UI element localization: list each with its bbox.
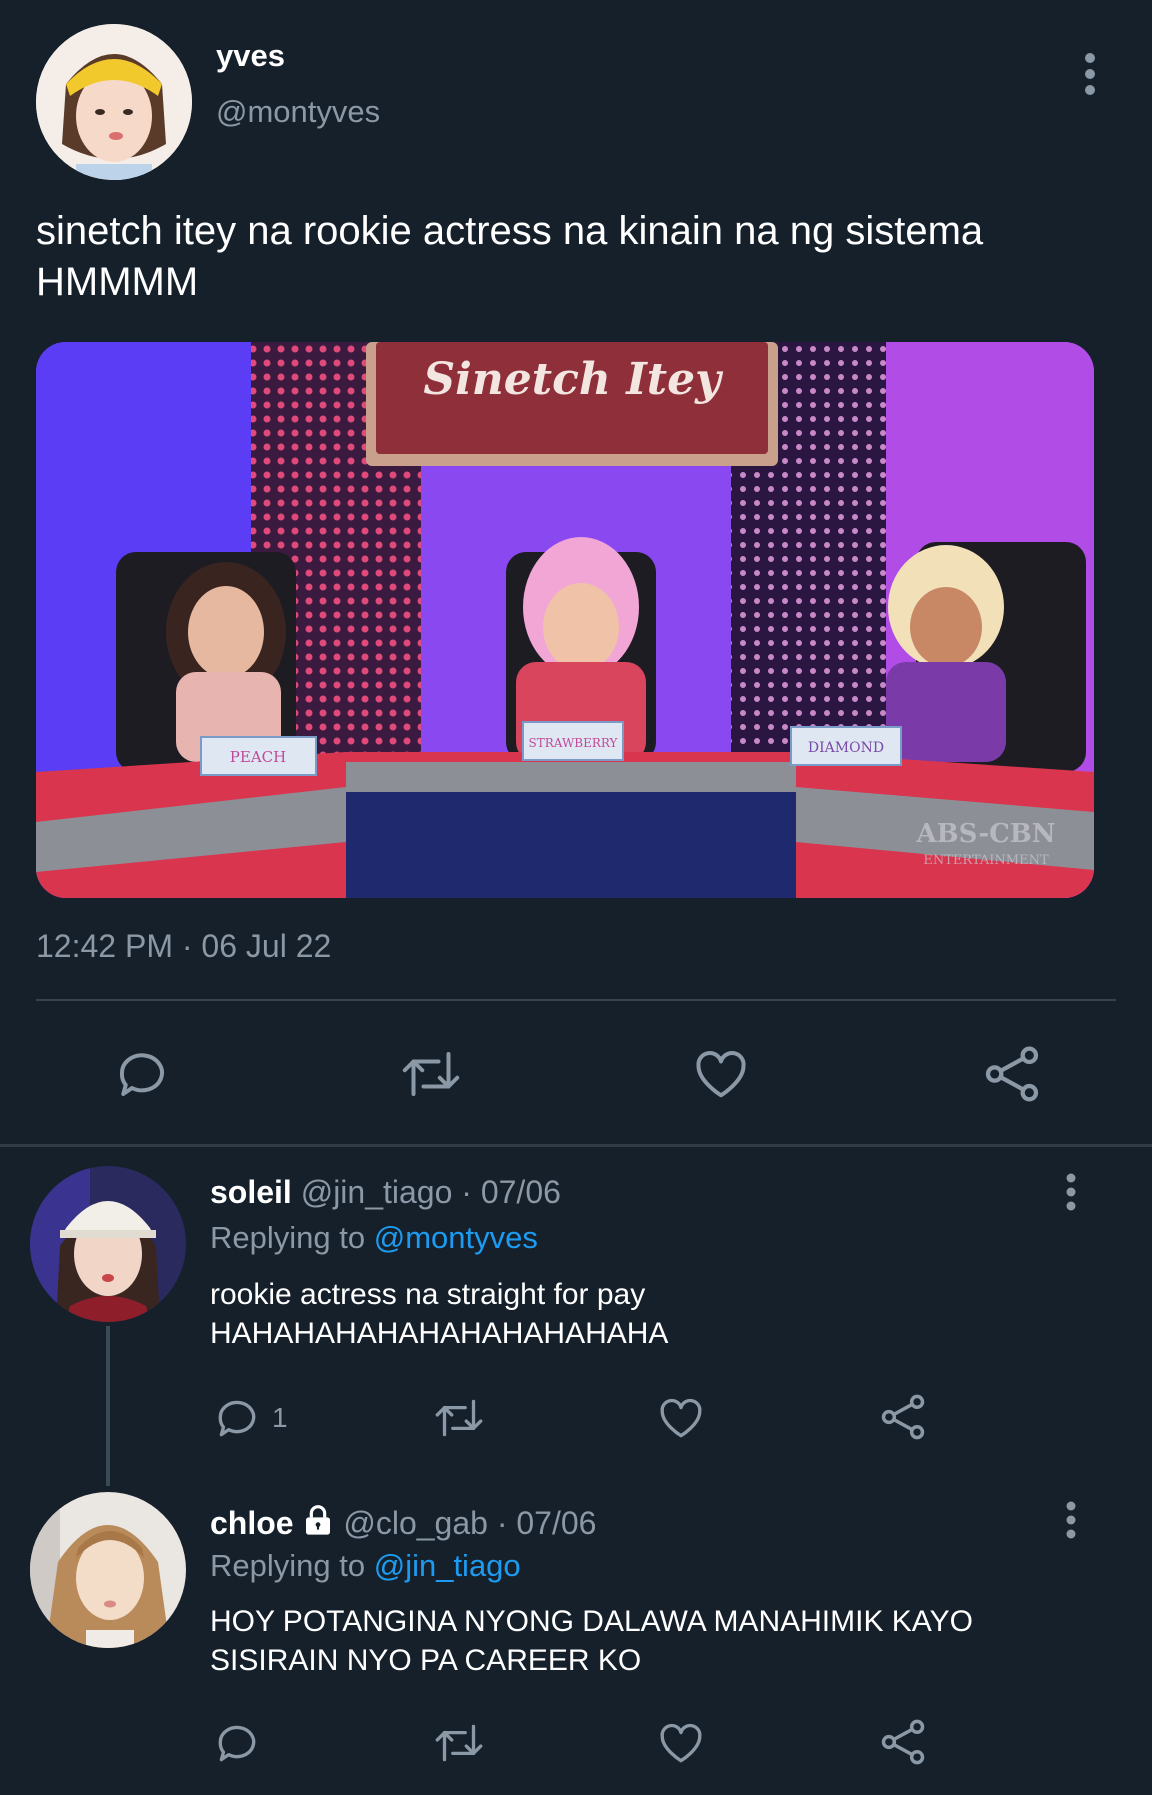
replying-to: Replying to @jin_tiago — [210, 1548, 521, 1584]
nameplate-2: STRAWBERRY — [529, 736, 619, 750]
replying-to: Replying to @montyves — [210, 1220, 538, 1256]
retweet-button[interactable] — [430, 1393, 488, 1443]
reply-button[interactable] — [112, 1044, 172, 1104]
watermark: ABS-CBN — [915, 819, 1055, 849]
like-icon — [696, 1051, 746, 1098]
banner-text: Sinetch Itey — [423, 354, 724, 405]
replying-to-label: Replying to — [210, 1220, 366, 1255]
reply-icon — [218, 1400, 256, 1437]
like-button[interactable] — [655, 1718, 707, 1768]
share-button[interactable] — [877, 1391, 929, 1443]
retweet-icon — [435, 1399, 483, 1437]
like-icon — [660, 1723, 702, 1763]
mention-link[interactable]: @jin_tiago — [374, 1548, 521, 1583]
tweet-thread: yves @montyves sinetch itey na rookie ac… — [0, 0, 1152, 1795]
lock-icon — [306, 1505, 331, 1535]
reply-avatar-soleil[interactable] — [30, 1166, 186, 1322]
share-icon — [881, 1394, 925, 1440]
reply-display-name[interactable]: soleil — [210, 1174, 292, 1210]
reply-header: soleil @jin_tiago · 07/06 — [210, 1174, 561, 1211]
tweet-timestamp[interactable]: 12:42 PM · 06 Jul 22 — [36, 928, 331, 965]
share-icon — [881, 1719, 925, 1765]
author-avatar[interactable] — [36, 24, 192, 180]
reply-button[interactable] — [212, 1718, 262, 1768]
replying-to-label: Replying to — [210, 1548, 366, 1583]
like-icon — [660, 1398, 702, 1438]
reply-text-line: HOY POTANGINA NYONG DALAWA MANAHIMIK KAY… — [210, 1605, 973, 1638]
share-button[interactable] — [980, 1042, 1044, 1106]
share-icon — [985, 1046, 1039, 1102]
reply-text: HOY POTANGINA NYONG DALAWA MANAHIMIK KAY… — [210, 1602, 1090, 1680]
reply-text: rookie actress na straight for pay HAHAH… — [210, 1275, 1090, 1353]
more-options-icon[interactable] — [1051, 1490, 1091, 1550]
reply-text-line: rookie actress na straight for pay — [210, 1278, 646, 1311]
tweet-text: sinetch itey na rookie actress na kinain… — [36, 209, 984, 304]
like-button[interactable] — [655, 1393, 707, 1443]
reply-button[interactable]: 1 — [212, 1393, 288, 1443]
like-button[interactable] — [690, 1044, 752, 1104]
thread-divider — [0, 1144, 1152, 1147]
author-display-name[interactable]: yves — [216, 38, 285, 74]
thread-connector — [106, 1326, 110, 1486]
reply-header: chloe @clo_gab · 07/06 — [210, 1504, 596, 1542]
reply-avatar-chloe[interactable] — [30, 1492, 186, 1648]
reply-meta[interactable]: @jin_tiago · 07/06 — [301, 1174, 561, 1210]
retweet-button[interactable] — [430, 1718, 488, 1768]
tweet-media-image[interactable]: Sinetch Itey PEACH STRAWBERRY DIAMOND AB… — [36, 342, 1094, 898]
reply-text-line: SISIRAIN NYO PA CAREER KO — [210, 1644, 642, 1677]
more-options-icon[interactable] — [1070, 44, 1110, 104]
nameplate-1: PEACH — [230, 748, 286, 766]
watermark-sub: ENTERTAINMENT — [923, 853, 1049, 868]
reply-meta[interactable]: @clo_gab · 07/06 — [343, 1505, 596, 1541]
reply-count: 1 — [272, 1402, 288, 1433]
reply-icon — [119, 1053, 164, 1096]
nameplate-3: DIAMOND — [808, 740, 884, 756]
retweet-button[interactable] — [396, 1044, 466, 1104]
reply-display-name[interactable]: chloe — [210, 1505, 294, 1541]
reply-text-line: HAHAHAHAHAHAHAHAHAHAHA — [210, 1317, 669, 1350]
divider — [36, 999, 1116, 1001]
more-options-icon[interactable] — [1051, 1162, 1091, 1222]
retweet-icon — [402, 1052, 460, 1096]
retweet-icon — [435, 1724, 483, 1762]
share-button[interactable] — [877, 1716, 929, 1768]
mention-link[interactable]: @montyves — [374, 1220, 538, 1255]
reply-icon — [218, 1725, 256, 1762]
author-handle[interactable]: @montyves — [216, 94, 380, 130]
